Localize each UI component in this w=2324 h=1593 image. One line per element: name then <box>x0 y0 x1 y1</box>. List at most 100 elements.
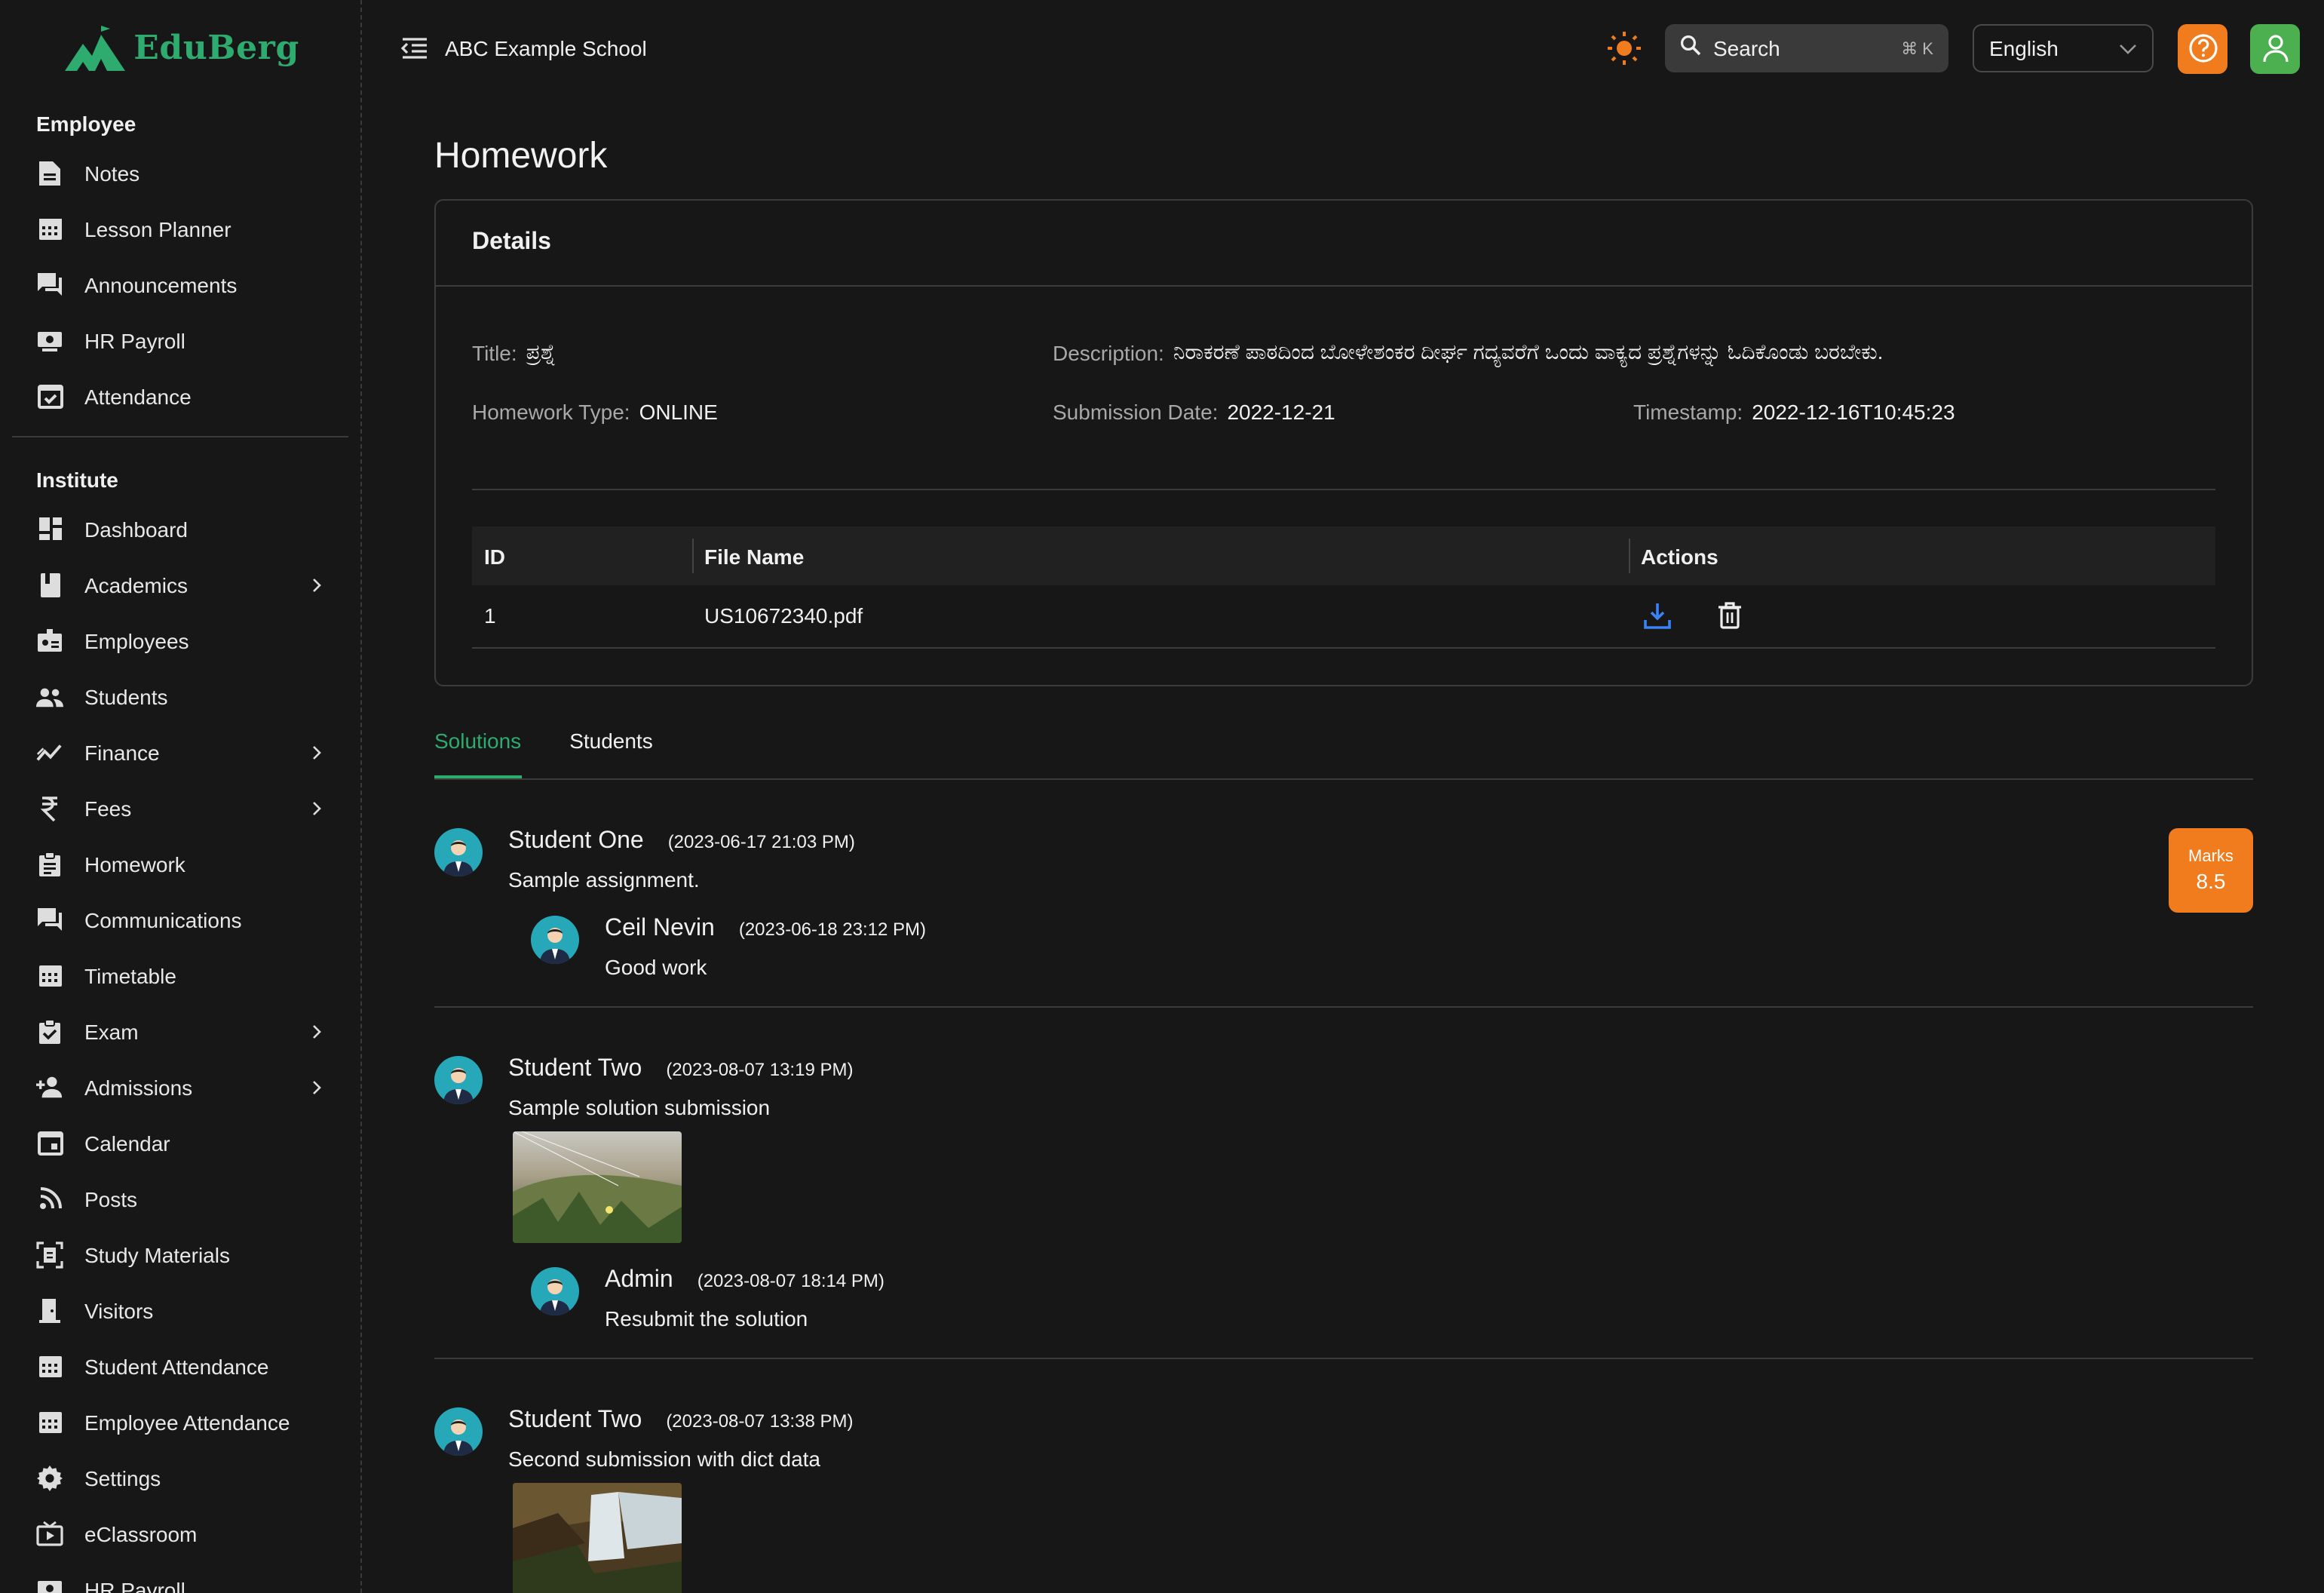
search-input[interactable]: Search ⌘ K <box>1665 24 1948 72</box>
sidebar-item-calendar[interactable]: Calendar <box>0 1115 360 1171</box>
sidebar-item-study-materials[interactable]: Study Materials <box>0 1226 360 1282</box>
tv-icon <box>36 1520 63 1547</box>
reply-timestamp: (2023-06-18 23:12 PM) <box>738 918 926 939</box>
sidebar-item-attendance[interactable]: Attendance <box>0 368 360 424</box>
column-header-file-name: File Name <box>692 526 1629 585</box>
search-shortcut: ⌘ K <box>1901 40 1933 58</box>
timestamp: (2023-08-07 13:38 PM) <box>666 1410 854 1431</box>
sidebar-item-hr-payroll[interactable]: HR Payroll <box>0 312 360 368</box>
sidebar-item-dashboard[interactable]: Dashboard <box>0 501 360 557</box>
sun-icon[interactable] <box>1605 29 1644 68</box>
timestamp: (2023-06-17 21:03 PM) <box>667 830 855 852</box>
sidebar-item-eclassroom[interactable]: eClassroom <box>0 1506 360 1561</box>
sidebar-item-homework[interactable]: Homework <box>0 836 360 892</box>
sidebar-item-academics[interactable]: Academics <box>0 557 360 612</box>
sidebar-item-employee-attendance[interactable]: Employee Attendance <box>0 1394 360 1450</box>
menu-collapse-icon[interactable] <box>400 33 430 63</box>
sidebar-item-notes[interactable]: Notes <box>0 145 360 201</box>
dashboard-icon <box>36 515 63 542</box>
page-title: Homework <box>434 136 608 176</box>
sidebar-item-finance[interactable]: Finance <box>0 724 360 780</box>
solution-item: Student One (2023-06-17 21:03 PM) Sample… <box>434 779 2253 1007</box>
tab-solutions[interactable]: Solutions <box>434 728 522 778</box>
sidebar-item-students[interactable]: Students <box>0 668 360 724</box>
solutions-list: Student One (2023-06-17 21:03 PM) Sample… <box>434 779 2253 1593</box>
sidebar-item-settings[interactable]: Settings <box>0 1450 360 1506</box>
badge-icon <box>36 627 63 654</box>
search-placeholder: Search <box>1713 36 1780 60</box>
reply-text: Resubmit the solution <box>605 1306 808 1330</box>
solution-text: Sample solution submission <box>508 1094 771 1119</box>
attachment-thumbnail[interactable] <box>513 1482 682 1593</box>
institute-section-label: Institute <box>36 468 118 492</box>
rss-icon <box>36 1185 63 1212</box>
tabs: Solutions Students <box>434 686 2253 779</box>
clipboard-check-icon <box>36 1017 63 1045</box>
document-icon <box>36 159 63 186</box>
person-add-icon <box>36 1073 63 1100</box>
sidebar-item-announcements[interactable]: Announcements <box>0 256 360 312</box>
calendar-icon <box>36 962 63 989</box>
sidebar-item-student-attendance[interactable]: Student Attendance <box>0 1338 360 1394</box>
sidebar-item-posts[interactable]: Posts <box>0 1171 360 1226</box>
sidebar-item-visitors[interactable]: Visitors <box>0 1282 360 1338</box>
trend-icon <box>36 738 63 766</box>
submission-date-value: 2022-12-21 <box>1227 399 1335 423</box>
mountain-logo-icon <box>64 26 125 71</box>
timestamp-value: 2022-12-16T10:45:23 <box>1752 399 1955 423</box>
files-table: ID File Name Actions 1 US10672340.pdf <box>472 526 2215 648</box>
materials-icon <box>36 1241 63 1268</box>
attachment-thumbnail[interactable] <box>513 1131 682 1242</box>
sidebar-divider <box>12 436 348 437</box>
gear-icon <box>36 1464 63 1491</box>
avatar <box>531 1266 579 1315</box>
solution-text: Second submission with dict data <box>508 1446 820 1470</box>
chevron-right-icon <box>309 1075 324 1099</box>
sidebar-item-lesson-planner[interactable]: Lesson Planner <box>0 201 360 256</box>
tab-students[interactable]: Students <box>569 728 653 778</box>
solution-text: Sample assignment. <box>508 867 700 891</box>
details-header: Details <box>436 201 2252 287</box>
marks-badge: Marks 8.5 <box>2169 827 2253 912</box>
sidebar-item-hr-payroll[interactable]: HR Payroll <box>0 1561 360 1593</box>
language-select[interactable]: English <box>1973 24 2154 72</box>
payroll-icon <box>36 1576 63 1593</box>
reply-text: Good work <box>605 954 707 978</box>
file-actions <box>1629 585 2215 648</box>
calendar-icon <box>36 1408 63 1435</box>
rupee-icon <box>36 794 63 821</box>
sidebar-item-employees[interactable]: Employees <box>0 612 360 668</box>
details-separator <box>472 489 2215 490</box>
door-icon <box>36 1297 63 1324</box>
avatar <box>434 1055 483 1103</box>
delete-icon[interactable] <box>1713 600 1746 633</box>
author-name: Student Two <box>508 1407 642 1432</box>
table-row: 1 US10672340.pdf <box>472 585 2215 648</box>
details-card: Details Title: ಪ್ರಶ್ನೆ Description: ನಿರಾ… <box>434 199 2253 686</box>
sidebar-item-fees[interactable]: Fees <box>0 780 360 836</box>
help-button[interactable] <box>2178 23 2227 73</box>
download-icon[interactable] <box>1641 600 1674 633</box>
payroll-icon <box>36 327 63 354</box>
chevron-down-icon <box>2119 36 2137 60</box>
sidebar-item-exam[interactable]: Exam <box>0 1003 360 1059</box>
avatar <box>531 915 579 963</box>
logo[interactable]: EduBerg <box>0 0 360 97</box>
title-value: ಪ್ರಶ್ನೆ <box>526 339 556 364</box>
sidebar-item-admissions[interactable]: Admissions <box>0 1059 360 1115</box>
column-header-id: ID <box>484 544 505 568</box>
topbar: ABC Example School Search ⌘ K English <box>363 0 2324 97</box>
description-value: ನಿರಾಕರಣೆ ಪಾಠದಿಂದ ಬೋಳೇಶಂಕರ ದೀರ್ಘ ಗದ್ಯವರೆಗ… <box>1173 339 1884 364</box>
avatar <box>434 1407 483 1455</box>
marks-label: Marks <box>2188 847 2234 865</box>
help-icon <box>2188 34 2217 63</box>
homework-type-value: ONLINE <box>639 399 718 423</box>
search-icon <box>1680 34 1701 63</box>
column-header-actions: Actions <box>1629 526 2215 585</box>
user-button[interactable] <box>2250 23 2300 73</box>
homework-type-field: Homework Type: ONLINE <box>472 399 718 423</box>
reply-item: Ceil Nevin (2023-06-18 23:12 PM) Good wo… <box>531 915 2253 978</box>
sidebar-item-timetable[interactable]: Timetable <box>0 947 360 1003</box>
sidebar-item-communications[interactable]: Communications <box>0 892 360 947</box>
author-name: Student Two <box>508 1055 642 1081</box>
